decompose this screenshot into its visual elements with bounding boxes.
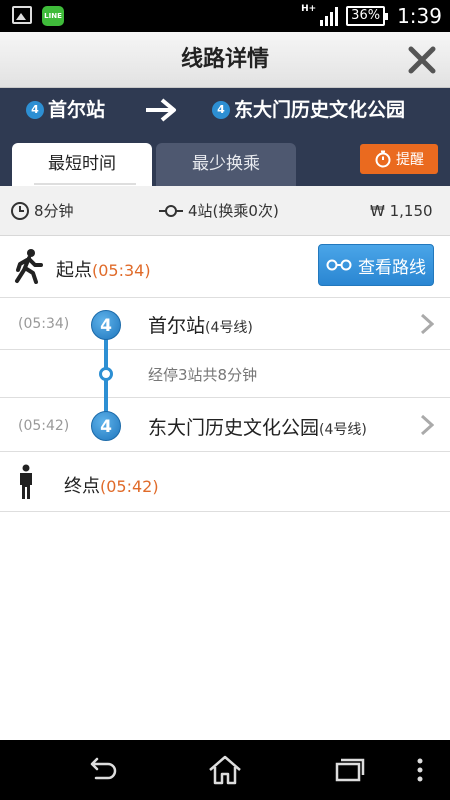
tab-bar: 最短时间 最少换乘 [12, 143, 296, 186]
stations-summary: 4站(换乘0次) [158, 200, 279, 222]
tab-fewest-transfers[interactable]: 最少换乘 [156, 143, 296, 186]
line-badge-stop-departure: 4 [91, 310, 121, 340]
home-icon [209, 755, 241, 785]
stop-line-name: (4号线) [205, 320, 253, 336]
remind-button[interactable]: 提醒 [360, 144, 438, 174]
route-summary: 8分钟 4站(换乘0次) ₩ 1,150 [0, 186, 450, 236]
battery-icon: 36% [346, 6, 388, 26]
battery-level: 36% [351, 8, 381, 23]
recent-apps-icon [335, 758, 365, 782]
start-label: 起点 [56, 260, 92, 281]
recent-apps-button[interactable] [330, 754, 370, 786]
tab-label: 最短时间 [48, 154, 116, 174]
system-nav-bar [0, 740, 450, 800]
stations-text: 4站(换乘0次) [188, 202, 279, 220]
route-bar: 4 首尔站 4 东大门历史文化公园 最短时间 最少换乘 提醒 [0, 88, 450, 186]
fare-summary: ₩ 1,150 [370, 200, 433, 222]
stopwatch-icon [375, 150, 391, 168]
route-to-station: 东大门历史文化公园 [234, 99, 406, 121]
start-point-row: 起点(05:34) 查看路线 [0, 236, 450, 298]
end-time: (05:42) [100, 477, 159, 496]
back-button[interactable] [82, 754, 122, 786]
status-bar: LINE H+ 36% 1:39 [0, 0, 450, 32]
line-badge-to: 4 [212, 101, 230, 119]
line-badge-from: 4 [26, 101, 44, 119]
route-endpoints: 4 首尔站 4 东大门历史文化公园 [0, 88, 450, 132]
page-title: 线路详情 [180, 47, 269, 72]
signal-icon [320, 6, 339, 26]
arrow-right-icon [146, 98, 176, 122]
tab-shortest-time[interactable]: 最短时间 [12, 143, 152, 186]
intermediate-stop-marker [99, 367, 113, 381]
clock-icon [11, 202, 29, 220]
stop-name-group: 首尔站(4号线) [148, 311, 253, 338]
view-route-label: 查看路线 [358, 257, 426, 278]
route-link-icon [326, 259, 352, 271]
overflow-menu-icon [417, 758, 423, 782]
header: 线路详情 [0, 32, 450, 88]
clock: 1:39 [397, 4, 442, 28]
stop-time: (05:42) [18, 418, 70, 434]
stop-row-departure[interactable]: (05:34) 首尔站(4号线) [0, 298, 450, 350]
end-label-group: 终点(05:42) [64, 472, 159, 498]
start-label-group: 起点(05:34) [56, 256, 151, 282]
fare-text: ₩ 1,150 [370, 202, 433, 220]
close-icon [408, 46, 436, 74]
stop-name: 首尔站 [148, 315, 206, 337]
chevron-right-icon [420, 313, 434, 335]
stop-row-arrival[interactable]: (05:42) 东大门历史文化公园(4号线) [0, 398, 450, 452]
view-route-button[interactable]: 查看路线 [318, 244, 434, 286]
network-type: H+ [301, 4, 317, 14]
end-label: 终点 [64, 476, 100, 497]
chevron-right-icon [420, 414, 434, 436]
image-notification-icon [12, 6, 32, 24]
transit-info-row: 经停3站共8分钟 [0, 350, 450, 398]
line-app-icon: LINE [42, 6, 64, 26]
line-badge-stop-arrival: 4 [91, 411, 121, 441]
route-from-station: 首尔站 [48, 99, 106, 121]
transit-info: 经停3站共8分钟 [148, 366, 258, 384]
tab-underline [34, 183, 136, 185]
duration-text: 8分钟 [34, 202, 74, 220]
stop-time: (05:34) [18, 316, 70, 332]
stop-line-name: (4号线) [319, 422, 367, 438]
tab-label: 最少换乘 [192, 154, 260, 174]
remind-label: 提醒 [396, 152, 424, 168]
notification-icons: LINE [12, 6, 64, 26]
back-arrow-icon [90, 757, 117, 780]
end-point-row: 终点(05:42) [0, 452, 450, 512]
start-time: (05:34) [92, 261, 151, 280]
status-indicators: H+ 36% 1:39 [301, 4, 442, 28]
close-button[interactable] [406, 44, 438, 76]
walking-person-icon [15, 249, 43, 284]
duration-summary: 8分钟 [10, 200, 74, 222]
menu-button[interactable] [408, 754, 432, 786]
home-button[interactable] [205, 754, 245, 786]
stop-name-group: 东大门历史文化公园(4号线) [148, 413, 367, 440]
standing-person-icon [20, 464, 32, 499]
stop-name: 东大门历史文化公园 [148, 417, 320, 439]
station-icon [159, 205, 183, 217]
screen: LINE H+ 36% 1:39 线路详情 4 首尔站 4 东大门历史文化公园 … [0, 0, 450, 800]
